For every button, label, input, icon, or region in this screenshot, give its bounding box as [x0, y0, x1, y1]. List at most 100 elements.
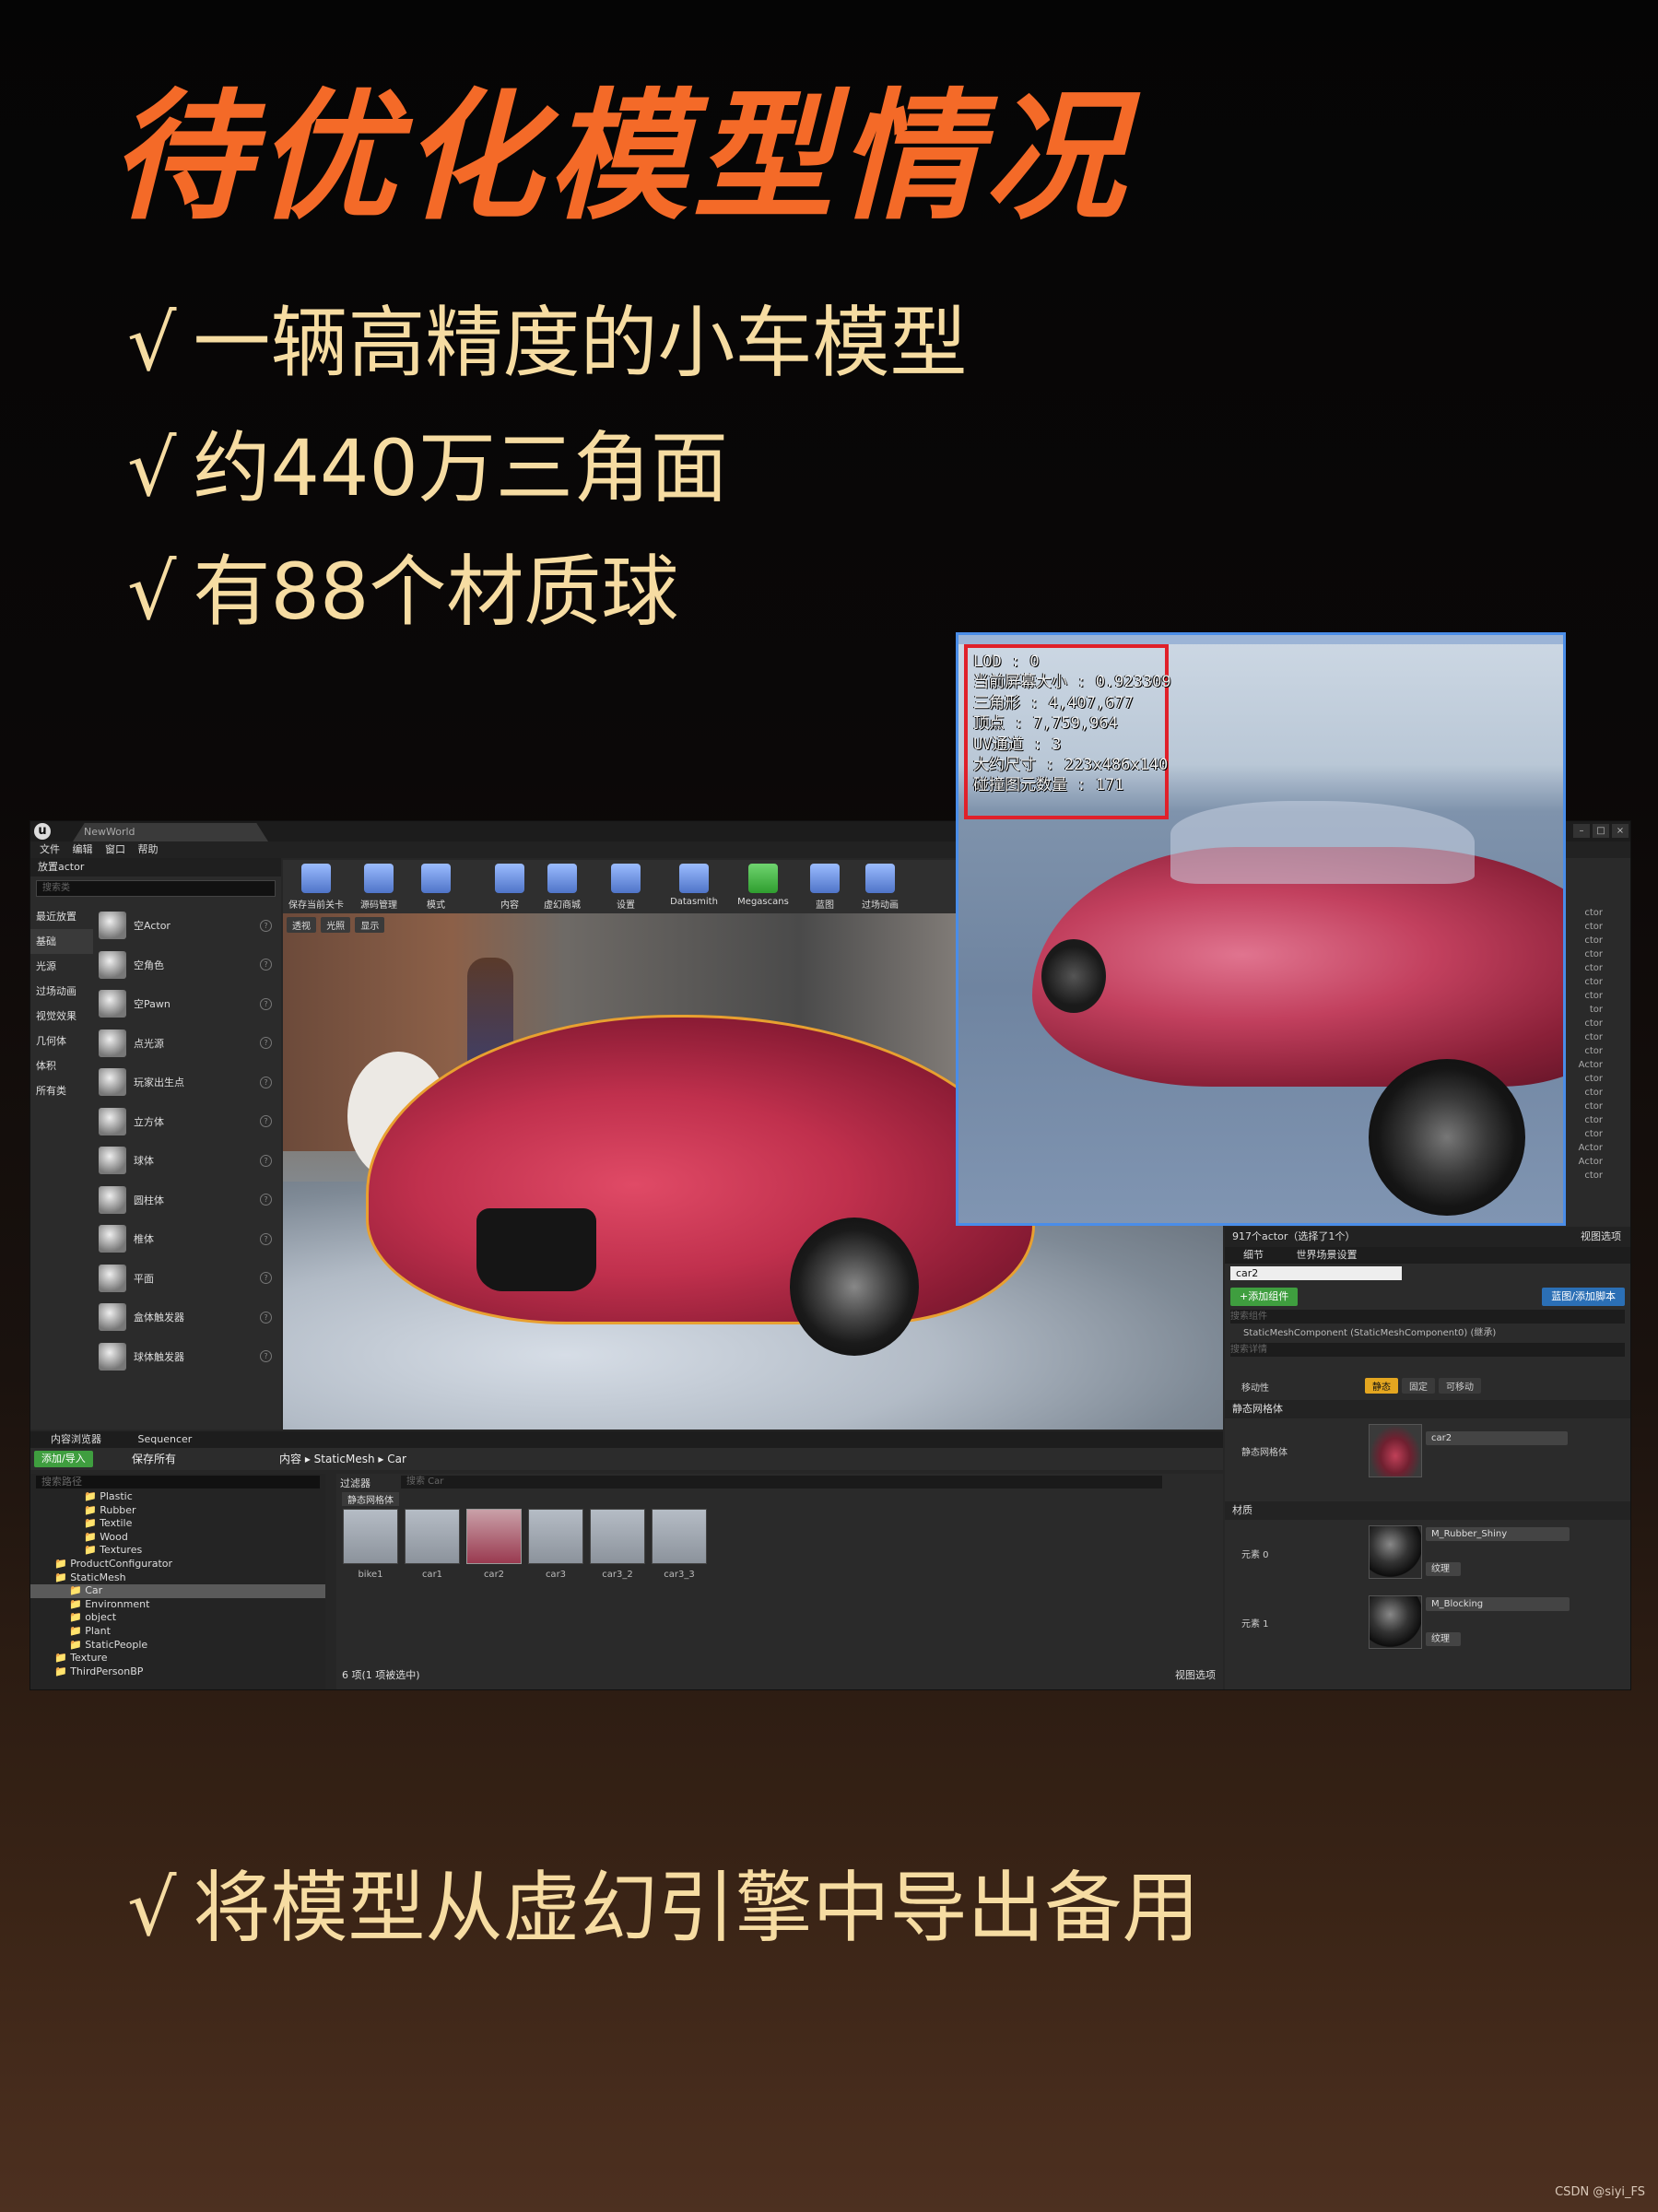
component-search-input[interactable]: 搜索组件 [1230, 1310, 1625, 1324]
asset-view-options[interactable]: 视图选项 [1175, 1667, 1216, 1682]
place-actor-tab[interactable]: 放置actor [30, 858, 281, 877]
help-icon[interactable]: ? [260, 1076, 272, 1088]
details-search-input[interactable]: 搜索详情 [1230, 1343, 1625, 1357]
actor-name-field[interactable]: car2 [1230, 1266, 1402, 1280]
viewport-lit-button[interactable]: 光照 [321, 917, 351, 933]
help-icon[interactable]: ? [260, 997, 272, 1010]
filter-tag[interactable]: 静态网格体 [342, 1492, 399, 1506]
folder-item[interactable]: 📁 StaticPeople [30, 1639, 325, 1653]
asset-tile[interactable]: car3_3 [651, 1509, 708, 1580]
actor-item[interactable]: 椎体? [95, 1219, 279, 1259]
folder-item[interactable]: 📁 ProductConfigurator [30, 1558, 325, 1571]
tab-content-browser[interactable]: 内容浏览器 [30, 1431, 114, 1448]
breadcrumb-item[interactable]: 内容 [279, 1453, 301, 1465]
class-search-input[interactable]: 搜索类 [36, 880, 276, 897]
folder-item[interactable]: 📁 Textures [30, 1544, 325, 1558]
outliner-view-options[interactable]: 视图选项 [1581, 1227, 1621, 1247]
folder-item[interactable]: 📁 Car [30, 1584, 325, 1598]
folder-item[interactable]: 📁 ThirdPersonBP [30, 1665, 325, 1679]
help-icon[interactable]: ? [260, 1194, 272, 1206]
blueprint-script-button[interactable]: 蓝图/添加脚本 [1542, 1288, 1625, 1306]
actor-item[interactable]: 平面? [95, 1259, 279, 1299]
folder-item[interactable]: 📁 StaticMesh [30, 1571, 325, 1585]
folder-item[interactable]: 📁 Plastic [30, 1490, 325, 1504]
breadcrumb-item[interactable]: StaticMesh [314, 1453, 375, 1465]
category-item[interactable]: 视觉效果 [30, 1004, 93, 1029]
content-button[interactable]: 内容 [491, 862, 528, 911]
actor-item[interactable]: 空角色? [95, 946, 279, 985]
help-icon[interactable]: ? [260, 1232, 272, 1245]
mobility-movable[interactable]: 可移动 [1439, 1378, 1481, 1394]
datasmith-button[interactable]: Datasmith [664, 862, 723, 907]
asset-tile[interactable]: car1 [404, 1509, 461, 1580]
material-select[interactable]: M_Blocking [1426, 1597, 1570, 1611]
blueprints-button[interactable]: 蓝图 [806, 862, 843, 911]
actor-item[interactable]: 玩家出生点? [95, 1063, 279, 1102]
component-row[interactable]: StaticMeshComponent (StaticMeshComponent… [1230, 1326, 1625, 1340]
static-mesh-section[interactable]: 静态网格体 [1225, 1400, 1630, 1418]
category-item[interactable]: 所有类 [30, 1078, 93, 1103]
asset-tile[interactable]: car3_2 [589, 1509, 646, 1580]
asset-tile[interactable]: bike1 [342, 1509, 399, 1580]
actor-item[interactable]: 球体触发器? [95, 1337, 279, 1377]
source-control-button[interactable]: 源码管理 [353, 862, 405, 911]
tab-world-settings[interactable]: 世界场景设置 [1278, 1247, 1369, 1264]
cinematics-button[interactable]: 过场动画 [851, 862, 910, 911]
material-select[interactable]: M_Rubber_Shiny [1426, 1527, 1570, 1541]
folder-item[interactable]: 📁 Textile [30, 1517, 325, 1531]
marketplace-button[interactable]: 虚幻商城 [537, 862, 587, 911]
actor-item[interactable]: 空Pawn? [95, 984, 279, 1024]
folder-item[interactable]: 📁 Rubber [30, 1504, 325, 1518]
help-icon[interactable]: ? [260, 919, 272, 932]
help-icon[interactable]: ? [260, 1311, 272, 1324]
folder-item[interactable]: 📁 Texture [30, 1652, 325, 1665]
filters-button[interactable]: 过滤器 [340, 1476, 370, 1490]
category-item[interactable]: 体积 [30, 1053, 93, 1078]
help-icon[interactable]: ? [260, 959, 272, 971]
actor-item[interactable]: 盒体触发器? [95, 1298, 279, 1337]
texture-tag[interactable]: 纹理 [1426, 1562, 1461, 1576]
menu-window[interactable]: 窗口 [105, 841, 125, 858]
category-item[interactable]: 基础 [30, 929, 93, 954]
asset-tile[interactable]: car3 [527, 1509, 584, 1580]
path-search-input[interactable]: 搜索路径 [36, 1476, 320, 1488]
minimize-icon[interactable]: – [1573, 824, 1590, 838]
texture-tag[interactable]: 纹理 [1426, 1632, 1461, 1646]
close-icon[interactable]: × [1612, 824, 1629, 838]
category-item[interactable]: 最近放置 [30, 904, 93, 929]
folder-item[interactable]: 📁 object [30, 1611, 325, 1625]
actor-item[interactable]: 球体? [95, 1141, 279, 1181]
folder-item[interactable]: 📁 Plant [30, 1625, 325, 1639]
save-level-button[interactable]: 保存当前关卡 [287, 862, 346, 911]
material-section[interactable]: 材质 [1225, 1501, 1630, 1520]
help-icon[interactable]: ? [260, 1115, 272, 1128]
viewport-show-button[interactable]: 显示 [355, 917, 385, 933]
help-icon[interactable]: ? [260, 1272, 272, 1285]
category-item[interactable]: 过场动画 [30, 979, 93, 1004]
category-item[interactable]: 几何体 [30, 1029, 93, 1053]
category-item[interactable]: 光源 [30, 954, 93, 979]
actor-item[interactable]: 空Actor? [95, 906, 279, 946]
help-icon[interactable]: ? [260, 1350, 272, 1363]
import-button[interactable]: 添加/导入 [34, 1451, 93, 1467]
menu-help[interactable]: 帮助 [138, 841, 159, 858]
maximize-icon[interactable]: □ [1593, 824, 1609, 838]
help-icon[interactable]: ? [260, 1037, 272, 1050]
actor-item[interactable]: 圆柱体? [95, 1181, 279, 1220]
viewport-perspective-button[interactable]: 透视 [287, 917, 316, 933]
mobility-stationary[interactable]: 固定 [1402, 1378, 1435, 1394]
help-icon[interactable]: ? [260, 1154, 272, 1167]
breadcrumb-item[interactable]: Car [387, 1453, 406, 1465]
menu-file[interactable]: 文件 [40, 841, 60, 858]
save-all-button[interactable]: 保存所有 [132, 1448, 176, 1470]
folder-item[interactable]: 📁 Environment [30, 1598, 325, 1612]
mobility-static[interactable]: 静态 [1365, 1378, 1398, 1394]
tab-details[interactable]: 细节 [1225, 1247, 1275, 1264]
mesh-select[interactable]: car2 [1426, 1431, 1568, 1445]
megascans-button[interactable]: Megascans [731, 862, 795, 907]
asset-tile[interactable]: car2 [465, 1509, 523, 1580]
folder-item[interactable]: 📁 Wood [30, 1531, 325, 1545]
level-tab[interactable]: NewWorld [73, 823, 268, 841]
modes-button[interactable]: 模式 [417, 862, 454, 911]
tab-sequencer[interactable]: Sequencer [118, 1431, 206, 1448]
